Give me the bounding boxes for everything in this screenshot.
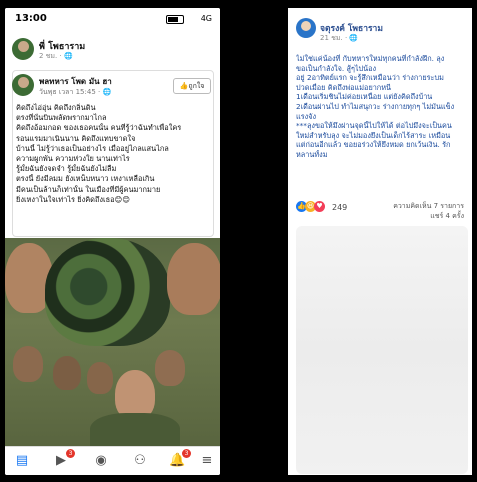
soldiers-photo[interactable] — [5, 238, 220, 446]
globe-icon: 🌐 — [349, 34, 359, 42]
text-line: 2เดือนผ่านไป ทำไมสนุกวะ ร่างกายทุกๆ ไม่ม… — [296, 101, 455, 111]
post-author-avatar[interactable] — [12, 38, 34, 60]
text-line: มีคนเป็นล้านก็เท่านั้น ในเมืองที่มีผู้คน… — [16, 184, 161, 194]
text-line: ใหม่สำหรับลุง จะไม่มองยึงเป็นเด็กไร้สาระ… — [296, 130, 451, 140]
bell-icon[interactable]: 🔔 3 — [169, 449, 191, 469]
post-author-avatar[interactable] — [296, 18, 316, 38]
love-reaction-icon: ♥ — [314, 201, 325, 212]
reaction-count: 249 — [332, 203, 348, 212]
soldier-head — [53, 356, 81, 390]
text-line: หลานทั้งม — [296, 149, 328, 159]
engagement-stats[interactable]: ความคิดเห็น 7 รายการ แชร์ 4 ครั้ง — [376, 201, 464, 221]
text-line: ไม่ใช่แค่น้องที่ กับทหารใหม่ทุกคนที่กำลั… — [296, 54, 445, 63]
shared-author-avatar[interactable] — [12, 74, 34, 96]
notification-badge: 3 — [66, 449, 75, 458]
shared-time-text: วันพุธ เวลา 15:45 · — [39, 88, 103, 96]
shared-post-time: วันพุธ เวลา 15:45 · 🌐 — [39, 87, 111, 98]
text-line: คิดถึงอ้อมกอด ของเธอคนนั้น คนที่รู้ว่าฉั… — [16, 123, 182, 133]
text-line: ยิ่งเหงาในใจเท่าไร ยิ่งคิดถึงเธอ😊😊 — [16, 194, 130, 204]
video-icon[interactable]: ▶ 3 — [53, 449, 75, 469]
like-button-label: ถูกใจ — [188, 82, 205, 90]
soldier-body — [90, 413, 180, 446]
profile-icon[interactable]: ◉ — [93, 453, 109, 469]
comment-count[interactable]: ความคิดเห็น 7 รายการ — [376, 201, 464, 211]
text-line: คิดถึงไอ่อุ่น คิดถึงกลิ่นดิน — [16, 103, 96, 112]
like-page-button[interactable]: 👍ถูกใจ — [173, 78, 211, 94]
network-label: 4G — [200, 14, 212, 23]
groups-icon[interactable]: ⚇ — [132, 453, 148, 469]
post-text: ไม่ใช่แค่น้องที่ กับทหารใหม่ทุกคนที่กำลั… — [296, 54, 468, 160]
share-count[interactable]: แชร์ 4 ครั้ง — [376, 211, 464, 221]
status-time: 13:00 — [15, 13, 47, 24]
left-phone-screenshot: 13:00 4G พี่ โพธาราม 2 ชม. · 🌐 พลทหาร โพ… — [5, 8, 220, 475]
soldier-head — [155, 350, 185, 386]
globe-icon: 🌐 — [63, 52, 73, 60]
text-line: ***ลุงขอให้มึงผ่านจุดนี้ไปให้ได้ ต่อไปมึ… — [296, 121, 452, 131]
soldier-head — [87, 362, 113, 394]
post-meta: 2 ชม. · 🌐 — [39, 51, 73, 62]
text-line: แรงจัง — [296, 111, 317, 121]
post-time: 2 ชม. · — [39, 52, 64, 60]
soldier-head — [167, 243, 220, 315]
soldier-head — [13, 346, 43, 382]
right-facebook-post: จตุรงค์ โพธาราม 21 ชม. · 🌐 ไม่ใช่แค่น้อง… — [288, 8, 472, 475]
post-meta: 21 ชม. · 🌐 — [320, 33, 358, 44]
status-bar: 13:00 4G — [5, 8, 220, 30]
menu-icon[interactable]: ≡ — [199, 453, 215, 469]
text-line: บ้านนี้ ไม่รู้ว่าเธอเป็นอย่างไร เมื่ออยู… — [16, 143, 169, 153]
text-line: ความผูกพัน ความห่วงใย นานเท่าไร — [16, 154, 130, 164]
text-line: รอนแรมมาเนินนาน คิดถึงแทบขาดใจ — [16, 133, 136, 143]
home-icon[interactable]: ▤ — [14, 453, 30, 469]
text-line: แต่ก่อนอีกแล้ว ขอยอร่วงให้ยึงหมด ยกเว้นเ… — [296, 140, 451, 150]
soldier-camo-face — [45, 238, 170, 346]
blurred-image-area — [296, 226, 468, 474]
post-time: 21 ชม. · — [320, 34, 350, 42]
text-line: 1เดือนเริ่มชินไม่ค่อยเหนื่อย แต่ยังคิดถึ… — [296, 92, 433, 102]
bottom-tab-bar: ▤ ▶ 3 ◉ ⚇ 🔔 3 ≡ — [5, 446, 220, 475]
text-line: ตรงที่นั่นบินพลัดพรากมาไกล — [16, 113, 107, 123]
text-line: อยู่ 2อาทิตย์แรก จะรู้สึกเหมือนว่า ร่างก… — [296, 73, 444, 83]
notification-badge: 3 — [182, 449, 191, 458]
text-line: รู้มั้ยฉันยังจดจำ รู้มั้ยฉันยังไม่ลืม — [16, 164, 117, 174]
battery-icon — [166, 15, 184, 24]
text-line: ขอเป็นกำลังใจ. สู้ๆไปน้อง — [296, 63, 377, 73]
text-line: ตรงนี้ ยังมีลมม ยังเหน็บหนาว เหงาเหลือเก… — [16, 174, 155, 184]
shared-post-text: คิดถึงไอ่อุ่น คิดถึงกลิ่นดิน ตรงที่นั่นบ… — [16, 103, 212, 205]
text-line: ปวดเมื่อย คิดถึงพ่อแม่อยากหนี — [296, 82, 392, 92]
globe-icon: 🌐 — [102, 88, 112, 96]
